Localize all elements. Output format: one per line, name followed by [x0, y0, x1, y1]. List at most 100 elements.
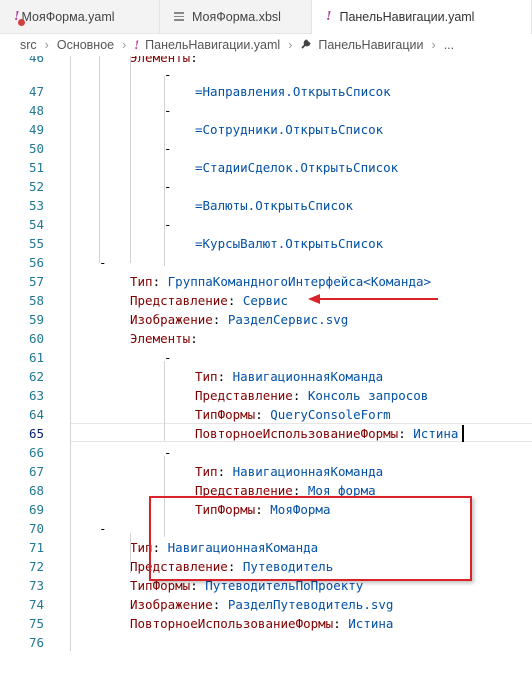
- code-text: -: [164, 177, 172, 196]
- breadcrumb-src[interactable]: src: [20, 38, 37, 52]
- indent-guide: [130, 56, 131, 263]
- tab-myform-xbsl[interactable]: МояФорма.xbsl: [160, 0, 312, 33]
- line-number: 70: [28, 521, 44, 536]
- yaml-separator: :: [152, 274, 168, 289]
- yaml-key: Тип: [130, 274, 153, 289]
- line-number: 68: [28, 483, 44, 498]
- code-text: Изображение: РазделСервис.svg: [130, 310, 348, 329]
- code-text: Изображение: РазделПутеводитель.svg: [130, 595, 393, 614]
- code-line[interactable]: 51 =СтадииСделок.ОткрытьСписок: [0, 158, 532, 177]
- yaml-key: Тип: [195, 369, 218, 384]
- line-number: 72: [28, 559, 44, 574]
- tab-navigation-panel-yaml[interactable]: ! ПанельНавигации.yaml: [312, 0, 532, 34]
- code-text: ПовторноеИспользованиеФормы: Истина: [130, 614, 393, 633]
- code-line[interactable]: 49 =Сотрудники.ОткрытьСписок: [0, 120, 532, 139]
- code-text: -: [164, 215, 172, 234]
- code-line[interactable]: 65 ПовторноеИспользованиеФормы: Истина: [0, 424, 532, 443]
- line-number: 75: [28, 616, 44, 631]
- code-text: ПовторноеИспользованиеФормы: Истина: [195, 424, 458, 443]
- tab-myform-yaml[interactable]: ! МояФорма.yaml: [0, 0, 160, 33]
- yaml-key: ТипФормы: [195, 407, 256, 422]
- line-number: 63: [28, 388, 44, 403]
- code-line[interactable]: 67 Тип: НавигационнаяКоманда: [0, 462, 532, 481]
- yaml-separator: :: [190, 56, 198, 65]
- breadcrumb-main[interactable]: Основное: [57, 38, 114, 52]
- code-text: -: [99, 253, 107, 272]
- indent-guide: [164, 361, 165, 441]
- code-line[interactable]: 57 Тип: ГруппаКомандногоИнтерфейса<Команд…: [0, 272, 532, 291]
- line-number: 64: [28, 407, 44, 422]
- indent-guide: [70, 56, 71, 651]
- line-number: 52: [28, 179, 44, 194]
- code-editor[interactable]: 46 Элементы: 47 =Направления.ОткрытьСписок 4…: [0, 56, 532, 673]
- yaml-value: НавигационнаяКоманда: [232, 369, 384, 384]
- code-line[interactable]: 74 Изображение: РазделПутеводитель.svg: [0, 595, 532, 614]
- yaml-list-dash: -: [164, 141, 172, 156]
- code-line[interactable]: 64 ТипФормы: QueryConsoleForm: [0, 405, 532, 424]
- yaml-value: РазделПутеводитель.svg: [227, 597, 394, 612]
- yaml-separator: :: [217, 464, 233, 479]
- code-line[interactable]: 56 -: [0, 253, 532, 272]
- yaml-list-dash: -: [164, 445, 172, 460]
- chevron-right-icon: ›: [431, 38, 436, 52]
- line-number: 49: [28, 122, 44, 137]
- code-text: Представление: Сервис: [130, 291, 288, 310]
- line-number: 51: [28, 160, 44, 175]
- code-text: Тип: ГруппаКомандногоИнтерфейса<Команда>: [130, 272, 431, 291]
- line-number: 56: [28, 255, 44, 270]
- code-text: -: [164, 348, 172, 367]
- code-text: =Направления.ОткрытьСписок: [195, 82, 391, 101]
- line-number: 65: [28, 426, 44, 441]
- yaml-value: QueryConsoleForm: [270, 407, 391, 422]
- indent-guide: [164, 76, 165, 266]
- text-cursor: [462, 425, 464, 442]
- code-line[interactable]: 76: [0, 633, 532, 652]
- line-number: 71: [28, 540, 44, 555]
- line-number: 76: [28, 635, 44, 650]
- code-text: =КурсыВалют.ОткрытьСписок: [195, 234, 383, 253]
- breadcrumb-more[interactable]: ...: [444, 38, 454, 52]
- yaml-list-dash: -: [164, 67, 172, 82]
- code-text: -: [99, 519, 107, 538]
- yaml-key: Элементы: [130, 56, 191, 65]
- code-text: Тип: НавигационнаяКоманда: [195, 462, 383, 481]
- tab-label: МояФорма.xbsl: [192, 9, 281, 24]
- yaml-list-dash: -: [164, 179, 172, 194]
- chevron-right-icon: ›: [288, 38, 293, 52]
- code-line[interactable]: 62 Тип: НавигационнаяКоманда: [0, 367, 532, 386]
- code-text: ТипФормы: QueryConsoleForm: [195, 405, 391, 424]
- code-line[interactable]: 66 -: [0, 443, 532, 462]
- line-number: 48: [28, 103, 44, 118]
- yaml-key: Изображение: [130, 312, 213, 327]
- line-number: 69: [28, 502, 44, 517]
- code-line[interactable]: 59 Изображение: РазделСервис.svg: [0, 310, 532, 329]
- code-line[interactable]: 55 =КурсыВалют.ОткрытьСписок: [0, 234, 532, 253]
- yaml-key: ПовторноеИспользованиеФормы: [130, 616, 334, 631]
- yaml-list-dash: -: [99, 255, 107, 270]
- code-line[interactable]: 60 Элементы:: [0, 329, 532, 348]
- line-number: 50: [28, 141, 44, 156]
- yaml-key: Элементы: [130, 331, 191, 346]
- code-line[interactable]: 75 ПовторноеИспользованиеФормы: Истина: [0, 614, 532, 633]
- code-line[interactable]: 54 -: [0, 215, 532, 234]
- code-line[interactable]: 63 Представление: Консоль запросов: [0, 386, 532, 405]
- yaml-separator: :: [212, 312, 228, 327]
- code-text: =СтадииСделок.ОткрытьСписок: [195, 158, 398, 177]
- code-line[interactable]: 61 -: [0, 348, 532, 367]
- code-line[interactable]: 50 -: [0, 139, 532, 158]
- yaml-list-dash: -: [164, 103, 172, 118]
- yaml-separator: :: [398, 426, 414, 441]
- code-line[interactable]: 58 Представление: Сервис: [0, 291, 532, 310]
- code-line[interactable]: 52 -: [0, 177, 532, 196]
- line-number: 74: [28, 597, 44, 612]
- code-line[interactable]: 47 =Направления.ОткрытьСписок: [0, 82, 532, 101]
- breadcrumb-symbol[interactable]: ПанельНавигации: [318, 38, 423, 52]
- yaml-key: Представление: [130, 293, 228, 308]
- tab-label: ПанельНавигации.yaml: [339, 10, 475, 24]
- code-text: Тип: НавигационнаяКоманда: [195, 367, 383, 386]
- yaml-key: ПовторноеИспользованиеФормы: [195, 426, 399, 441]
- code-line[interactable]: 48 -: [0, 101, 532, 120]
- breadcrumb-file[interactable]: ПанельНавигации.yaml: [145, 38, 280, 52]
- line-number: 58: [28, 293, 44, 308]
- code-line[interactable]: 53 =Валюты.ОткрытьСписок: [0, 196, 532, 215]
